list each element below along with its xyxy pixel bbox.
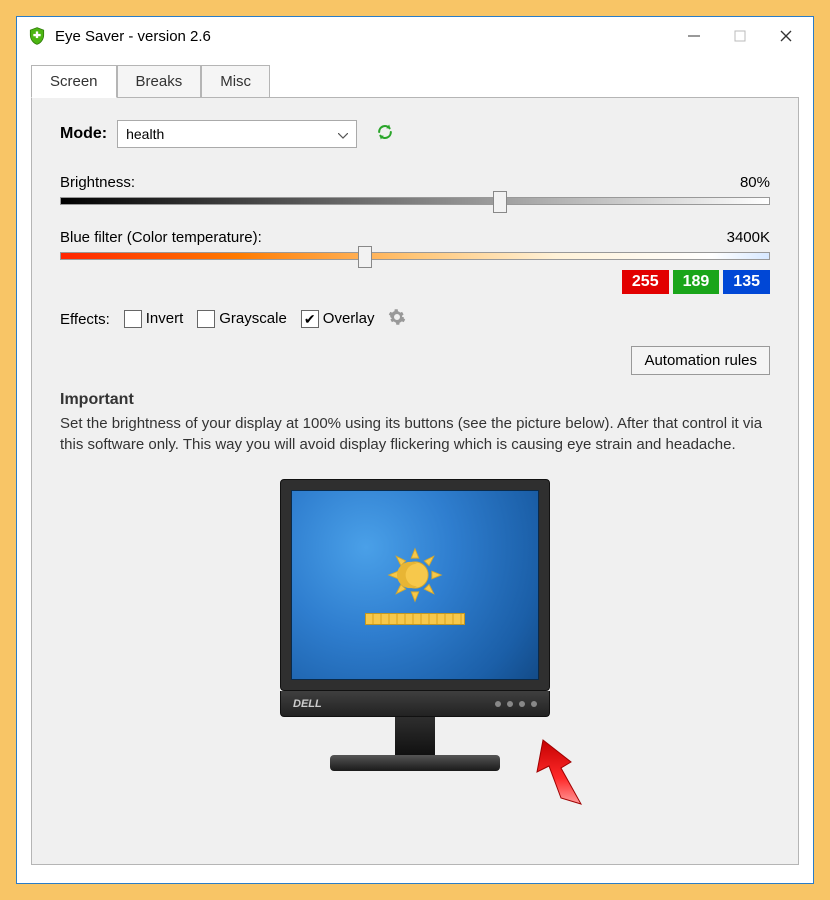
content-area: Screen Breaks Misc Mode: health — [17, 55, 813, 883]
close-button[interactable] — [763, 20, 809, 52]
notice-heading: Important — [60, 389, 770, 411]
rgb-b: 135 — [723, 270, 770, 294]
mode-select-value: health — [126, 126, 164, 142]
monitor-illustration: DELL — [60, 479, 770, 771]
brightness-slider[interactable] — [60, 197, 770, 205]
tab-breaks[interactable]: Breaks — [117, 65, 202, 98]
bluefilter-value: 3400K — [727, 229, 770, 246]
bluefilter-thumb[interactable] — [358, 246, 372, 268]
brightness-value: 80% — [740, 174, 770, 191]
notice-body: Set the brightness of your display at 10… — [60, 413, 770, 455]
window-title: Eye Saver - version 2.6 — [55, 28, 671, 45]
titlebar: Eye Saver - version 2.6 — [17, 17, 813, 55]
brightness-label: Brightness: — [60, 174, 135, 191]
brightness-block: Brightness: 80% — [60, 174, 770, 205]
bluefilter-label: Blue filter (Color temperature): — [60, 229, 262, 246]
automation-rules-button[interactable]: Automation rules — [631, 346, 770, 375]
overlay-checkbox[interactable]: Overlay — [301, 310, 375, 328]
refresh-icon[interactable] — [375, 122, 395, 146]
tab-screen[interactable]: Screen — [31, 65, 117, 98]
automation-row: Automation rules — [60, 346, 770, 375]
app-window: Eye Saver - version 2.6 Screen Breaks Mi… — [16, 16, 814, 884]
brightness-thumb[interactable] — [493, 191, 507, 213]
tab-panel-screen: Mode: health — [31, 97, 799, 865]
brightness-bar-icon — [365, 613, 465, 625]
bluefilter-block: Blue filter (Color temperature): 3400K 2… — [60, 229, 770, 294]
effects-label: Effects: — [60, 311, 110, 328]
app-shield-icon — [27, 26, 47, 46]
bluefilter-slider[interactable] — [60, 252, 770, 260]
monitor-buttons-icon — [495, 701, 537, 707]
invert-checkbox[interactable]: Invert — [124, 310, 184, 328]
tab-misc[interactable]: Misc — [201, 65, 270, 98]
rgb-g: 189 — [673, 270, 720, 294]
gear-icon[interactable] — [388, 308, 406, 330]
effects-row: Effects: Invert Grayscale Overlay — [60, 308, 770, 330]
maximize-button[interactable] — [717, 20, 763, 52]
chevron-down-icon — [338, 126, 348, 142]
mode-select[interactable]: health — [117, 120, 357, 148]
rgb-r: 255 — [622, 270, 669, 294]
mode-label: Mode: — [60, 125, 107, 143]
minimize-button[interactable] — [671, 20, 717, 52]
rgb-row: 255 189 135 — [60, 270, 770, 294]
important-notice: Important Set the brightness of your dis… — [60, 389, 770, 455]
sun-moon-icon — [385, 545, 445, 605]
tab-strip: Screen Breaks Misc — [31, 65, 799, 97]
grayscale-checkbox[interactable]: Grayscale — [197, 310, 287, 328]
mode-row: Mode: health — [60, 120, 770, 148]
monitor-brand: DELL — [293, 698, 322, 710]
